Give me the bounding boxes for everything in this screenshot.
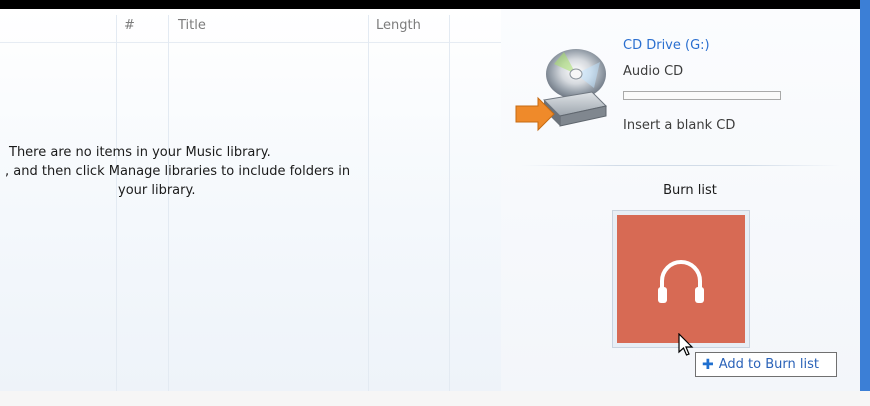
cd-drive-title[interactable]: CD Drive (G:): [623, 38, 710, 53]
empty-library-instructions: , and then click Manage libraries to inc…: [5, 164, 351, 179]
section-divider: [522, 165, 840, 166]
cd-drive-media-type: Audio CD: [623, 64, 684, 79]
mouse-cursor: [678, 332, 694, 357]
bottom-strip: [0, 391, 870, 406]
column-header-title[interactable]: Title: [178, 18, 206, 33]
cd-drive-icon[interactable]: [514, 44, 610, 134]
cd-capacity-bar: [623, 91, 781, 100]
column-header-number[interactable]: #: [124, 18, 135, 33]
column-header-divider: [0, 42, 501, 43]
column-header-length[interactable]: Length: [376, 18, 421, 33]
column-divider: [449, 15, 450, 391]
plus-icon: ✚: [702, 356, 714, 373]
add-to-burn-list-tooltip: ✚ Add to Burn list: [695, 352, 837, 377]
tooltip-label: Add to Burn list: [718, 357, 819, 372]
window-edge: [860, 0, 870, 391]
empty-library-message: There are no items in your Music library…: [9, 145, 271, 160]
headphones-icon: [658, 260, 704, 303]
library-pane: # Title Length There are no items in you…: [0, 0, 501, 391]
empty-library-instructions-cont: your library.: [118, 183, 196, 198]
burn-list-title: Burn list: [663, 183, 717, 198]
column-divider: [168, 15, 169, 391]
column-divider: [368, 15, 369, 391]
cd-drive-hint: Insert a blank CD: [623, 118, 736, 133]
column-divider: [116, 15, 117, 391]
burn-list-drop-target[interactable]: [617, 215, 745, 343]
